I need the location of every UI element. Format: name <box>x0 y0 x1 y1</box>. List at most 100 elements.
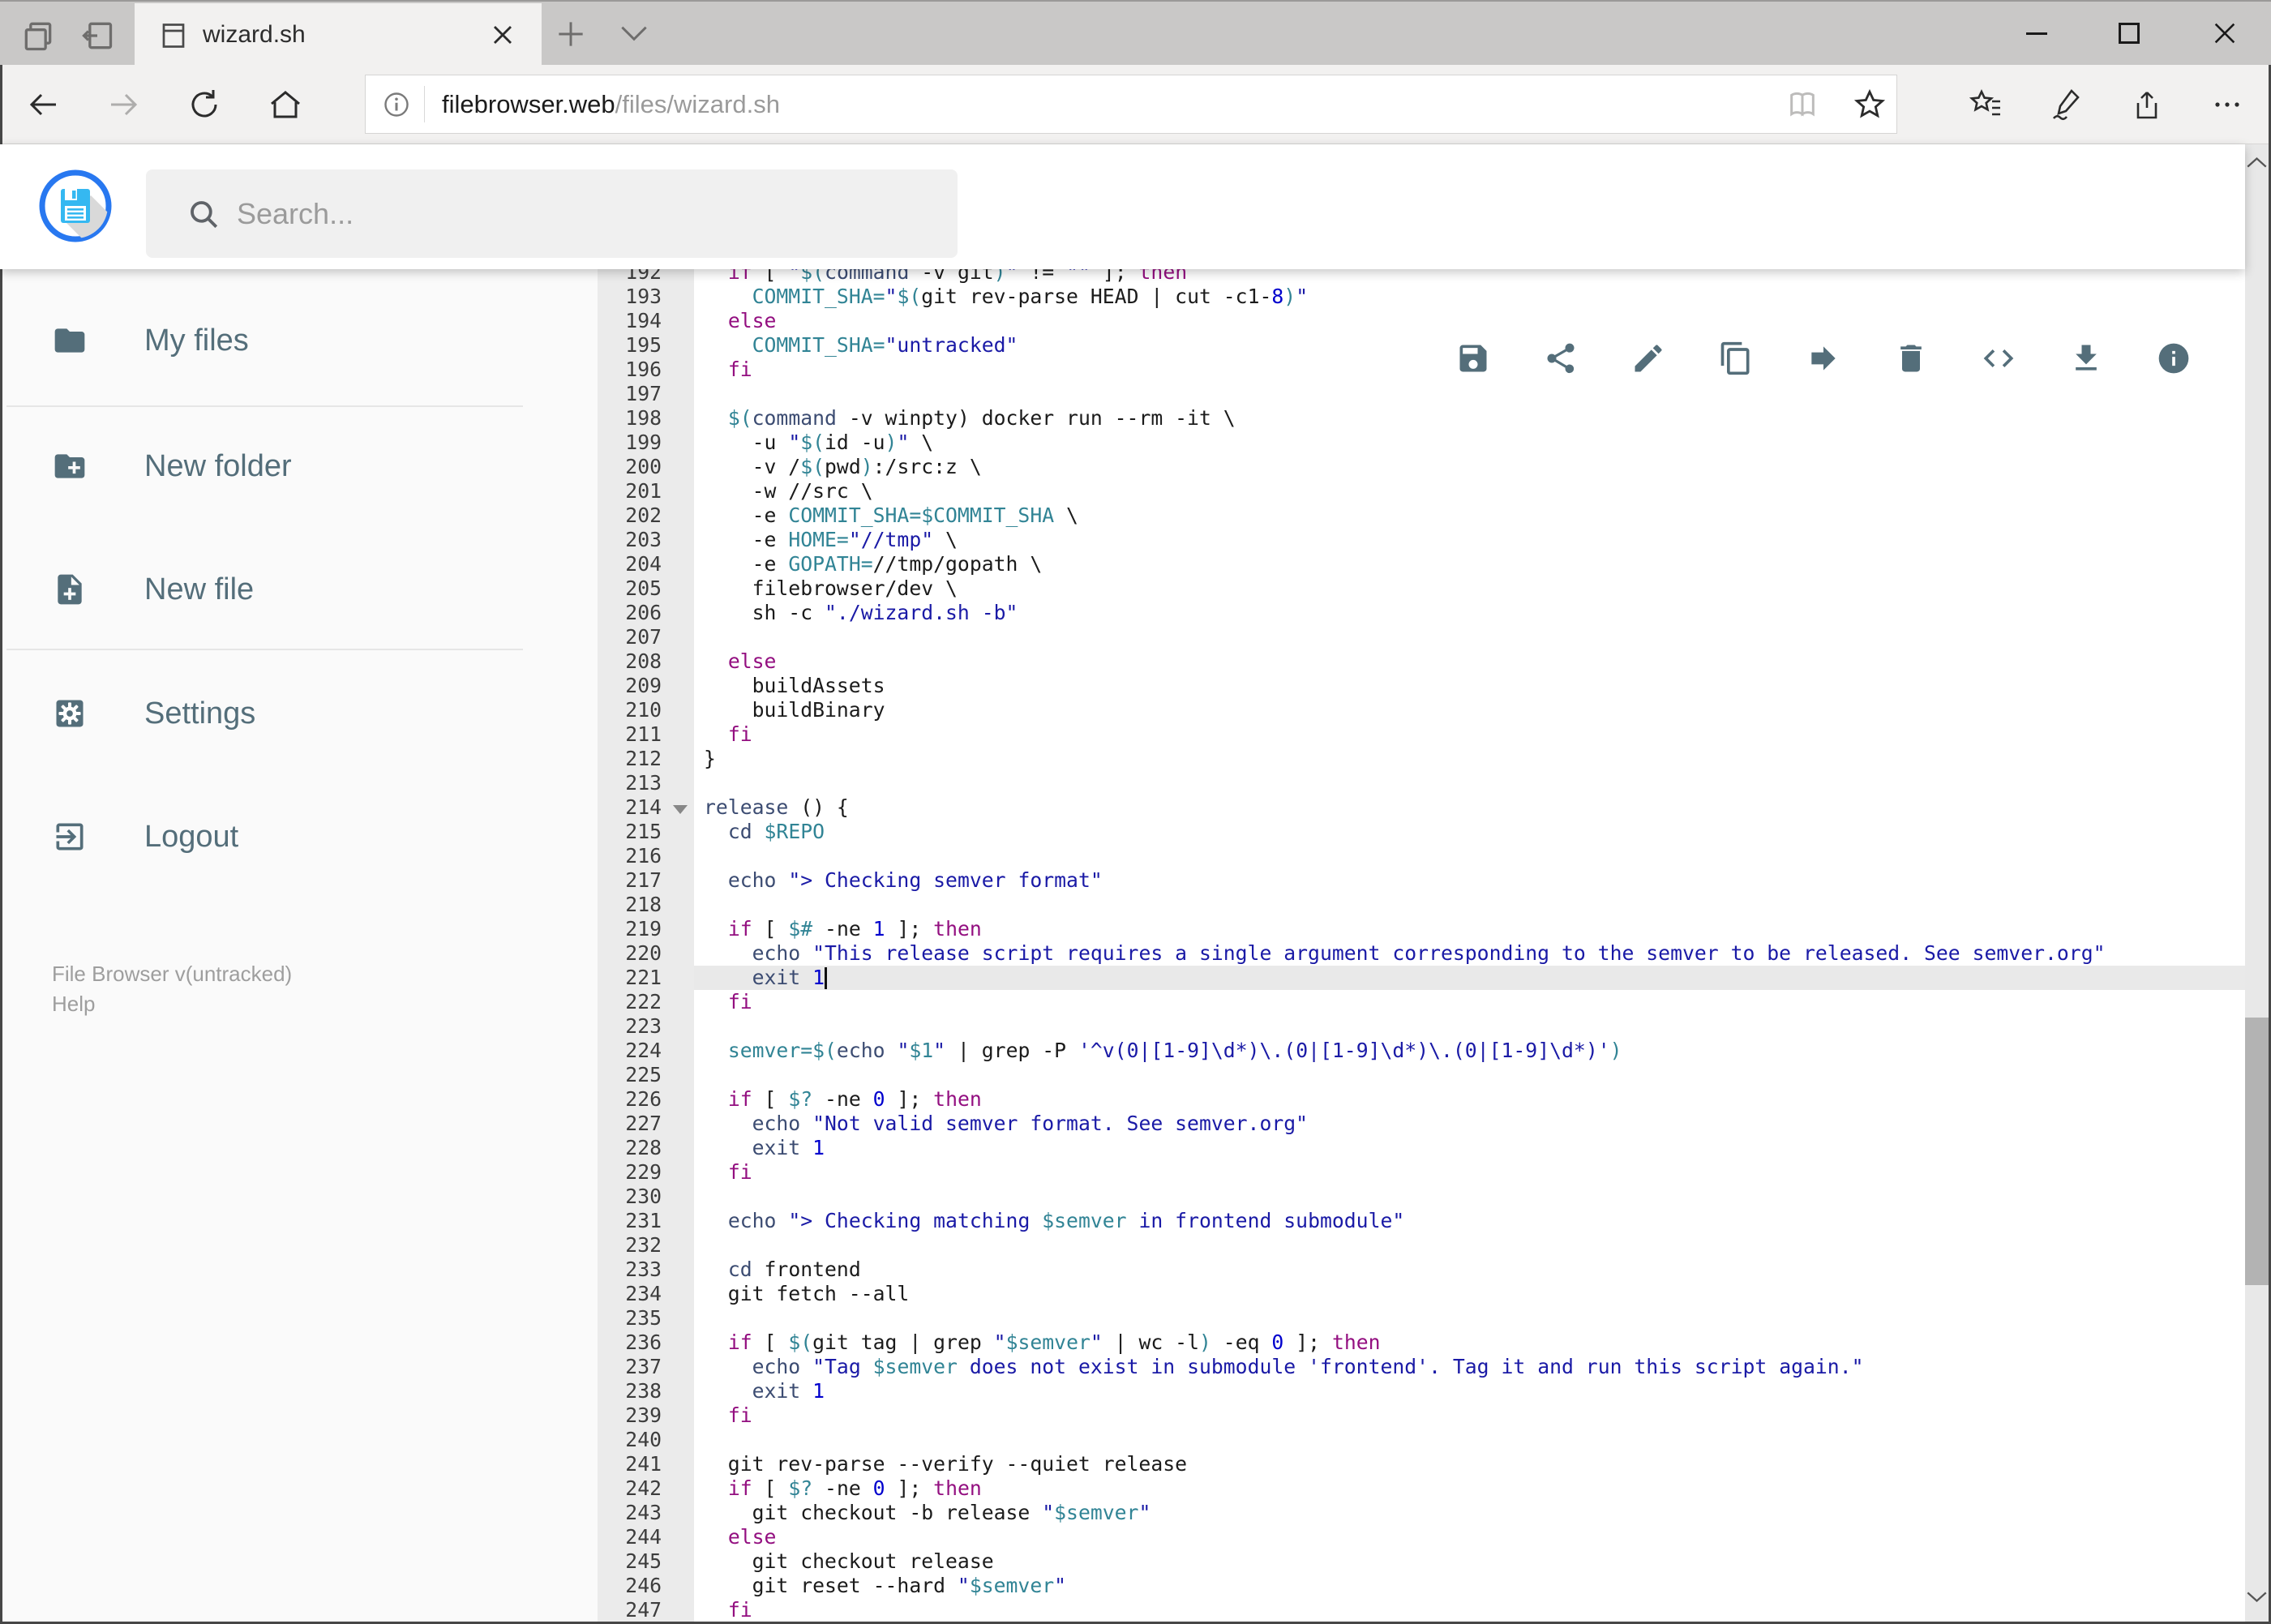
web-note-pen-icon[interactable] <box>2047 87 2083 122</box>
code-text[interactable]: cd frontend <box>694 1258 2245 1282</box>
page-scrollbar[interactable] <box>2245 144 2269 1624</box>
browser-tab[interactable]: wizard.sh <box>135 3 542 66</box>
code-text[interactable]: git checkout release <box>694 1549 2245 1574</box>
info-icon[interactable] <box>2156 341 2192 376</box>
code-text[interactable]: -e GOPATH=//tmp/gopath \ <box>694 552 2245 576</box>
filebrowser-logo[interactable] <box>39 169 112 242</box>
new-tab-icon[interactable] <box>553 16 589 52</box>
sidebar-item-new-file[interactable]: New file <box>52 557 254 622</box>
sidebar-item-settings[interactable]: Settings <box>52 681 255 746</box>
code-text[interactable]: exit 1 <box>694 1136 2245 1160</box>
edit-icon[interactable] <box>1630 341 1666 376</box>
code-text[interactable]: $(command -v winpty) docker run --rm -it… <box>694 406 2245 431</box>
help-link[interactable]: Help <box>52 989 292 1019</box>
code-text[interactable]: if [ $# -ne 1 ]; then <box>694 917 2245 941</box>
copy-icon[interactable] <box>1718 341 1754 376</box>
save-icon[interactable] <box>1455 341 1491 376</box>
code-icon[interactable] <box>1981 341 2016 376</box>
code-text[interactable]: fi <box>694 1160 2245 1185</box>
code-text[interactable] <box>694 1306 2245 1330</box>
code-text[interactable]: git rev-parse --verify --quiet release <box>694 1452 2245 1476</box>
code-editor[interactable]: 192 if [ "$(command -v git)" != "" ]; th… <box>598 269 2245 1624</box>
code-text[interactable]: if [ "$(command -v git)" != "" ]; then <box>694 269 2245 285</box>
reading-view-icon[interactable] <box>1786 88 1819 121</box>
code-text[interactable]: -e HOME="//tmp" \ <box>694 528 2245 552</box>
window-close-button[interactable] <box>2190 2 2260 65</box>
code-text[interactable]: semver=$(echo "$1" | grep -P '^v(0|[1-9]… <box>694 1039 2245 1063</box>
code-text[interactable]: git reset --hard "$semver" <box>694 1574 2245 1598</box>
code-text[interactable]: echo "This release script requires a sin… <box>694 941 2245 966</box>
forward-icon[interactable] <box>106 87 142 122</box>
code-text[interactable]: if [ $? -ne 0 ]; then <box>694 1087 2245 1112</box>
tab-list-chevron-icon[interactable] <box>616 23 652 47</box>
code-text[interactable]: else <box>694 1525 2245 1549</box>
set-tabs-aside-icon[interactable] <box>79 18 115 54</box>
code-text[interactable] <box>694 1233 2245 1258</box>
code-text[interactable]: -u "$(id -u)" \ <box>694 431 2245 455</box>
code-text[interactable]: exit 1 <box>694 966 2245 990</box>
code-text[interactable]: else <box>694 649 2245 674</box>
code-text[interactable]: fi <box>694 722 2245 747</box>
favorite-star-icon[interactable] <box>1853 88 1887 122</box>
code-text[interactable] <box>694 1063 2245 1087</box>
site-info-icon[interactable] <box>382 90 411 119</box>
more-menu-icon[interactable] <box>2209 87 2245 122</box>
code-text[interactable] <box>694 771 2245 795</box>
search-box[interactable] <box>146 169 958 258</box>
code-text[interactable] <box>694 893 2245 917</box>
fold-toggle-icon[interactable] <box>673 805 688 814</box>
sidebar-item-new-folder[interactable]: New folder <box>52 434 292 499</box>
code-text[interactable]: git fetch --all <box>694 1282 2245 1306</box>
code-text[interactable]: else <box>694 309 2245 333</box>
code-text[interactable]: if [ $? -ne 0 ]; then <box>694 1476 2245 1501</box>
code-text[interactable]: -v /$(pwd):/src:z \ <box>694 455 2245 479</box>
code-text[interactable] <box>694 625 2245 649</box>
code-text[interactable]: fi <box>694 1403 2245 1428</box>
code-text[interactable] <box>694 1428 2245 1452</box>
code-text[interactable] <box>694 844 2245 868</box>
code-text[interactable]: git checkout -b release "$semver" <box>694 1501 2245 1525</box>
favorites-hub-icon[interactable] <box>1968 87 2003 122</box>
code-text[interactable]: echo "Tag $semver does not exist in subm… <box>694 1355 2245 1379</box>
code-text[interactable]: filebrowser/dev \ <box>694 576 2245 601</box>
code-text[interactable]: buildBinary <box>694 698 2245 722</box>
url-text[interactable]: filebrowser.web/files/wizard.sh <box>442 75 780 133</box>
delete-icon[interactable] <box>1893 341 1929 376</box>
code-text[interactable]: COMMIT_SHA="$(git rev-parse HEAD | cut -… <box>694 285 2245 309</box>
search-input[interactable] <box>237 169 934 258</box>
window-maximize-button[interactable] <box>2094 2 2164 65</box>
code-text[interactable]: echo "Not valid semver format. See semve… <box>694 1112 2245 1136</box>
sidebar-item-logout[interactable]: Logout <box>52 804 238 869</box>
code-text[interactable]: release () { <box>694 795 2245 820</box>
back-icon[interactable] <box>25 87 61 122</box>
code-text[interactable]: cd $REPO <box>694 820 2245 844</box>
scrollbar-thumb[interactable] <box>2245 1018 2269 1285</box>
sidebar-item-my-files[interactable]: My files <box>52 308 249 373</box>
code-text[interactable]: echo "> Checking semver format" <box>694 868 2245 893</box>
code-text[interactable]: fi <box>694 1598 2245 1622</box>
tab-close-icon[interactable] <box>486 19 519 51</box>
code-text[interactable]: fi <box>694 990 2245 1014</box>
code-text[interactable]: buildAssets <box>694 674 2245 698</box>
code-text[interactable]: -w //src \ <box>694 479 2245 503</box>
home-icon[interactable] <box>268 87 303 122</box>
scroll-down-icon[interactable] <box>2246 1591 2268 1613</box>
code-text[interactable]: exit 1 <box>694 1379 2245 1403</box>
window-minimize-button[interactable] <box>2002 2 2072 65</box>
code-text[interactable] <box>694 1014 2245 1039</box>
share-icon[interactable] <box>1543 341 1579 376</box>
code-text[interactable]: echo "> Checking matching $semver in fro… <box>694 1209 2245 1233</box>
download-icon[interactable] <box>2068 341 2104 376</box>
code-text[interactable] <box>694 1185 2245 1209</box>
code-text[interactable]: -e COMMIT_SHA=$COMMIT_SHA \ <box>694 503 2245 528</box>
code-text[interactable] <box>694 382 2245 406</box>
tab-preview-icon[interactable] <box>20 18 56 54</box>
code-text[interactable]: } <box>694 747 2245 771</box>
code-text[interactable]: if [ $(git tag | grep "$semver" | wc -l)… <box>694 1330 2245 1355</box>
refresh-icon[interactable] <box>186 87 222 122</box>
address-bar[interactable]: filebrowser.web/files/wizard.sh <box>365 75 1897 134</box>
code-text[interactable]: sh -c "./wizard.sh -b" <box>694 601 2245 625</box>
share-page-icon[interactable] <box>2128 87 2164 122</box>
move-icon[interactable] <box>1806 341 1841 376</box>
scroll-up-icon[interactable] <box>2246 156 2268 178</box>
